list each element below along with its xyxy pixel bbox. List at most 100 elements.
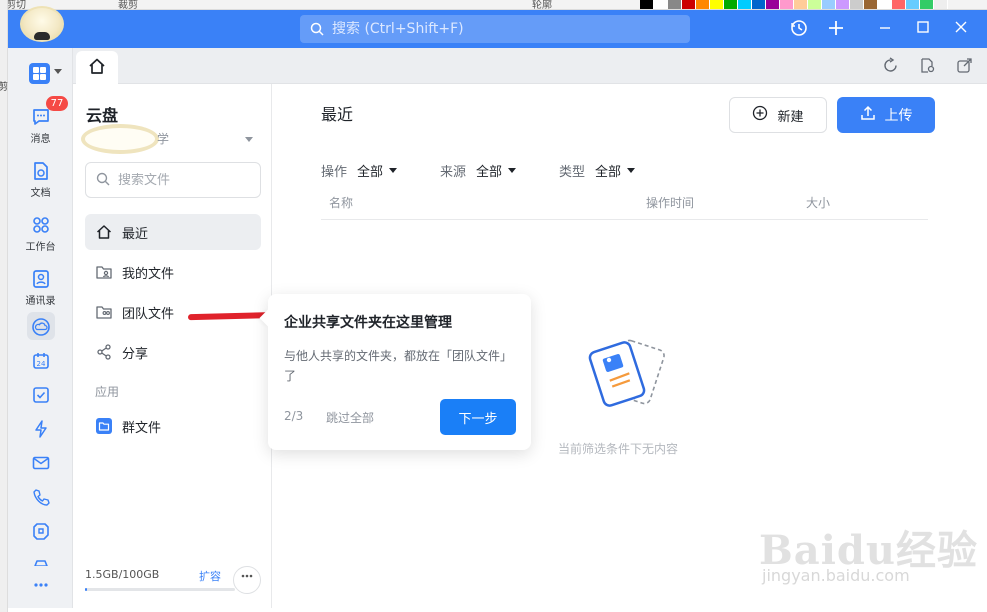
nav-recent[interactable]: 最近 — [85, 214, 261, 250]
skip-all-button[interactable]: 跳过全部 — [326, 409, 374, 426]
rail-item-workbench[interactable]: 工作台 — [8, 214, 73, 253]
nav-share[interactable]: 分享 — [85, 334, 261, 370]
cloud-panel: 云盘 学 最近 我的文件 团队文件 分享 应用 — [73, 84, 272, 608]
history-icon[interactable] — [789, 19, 809, 39]
onboarding-popover: 企业共享文件夹在这里管理 与他人共享的文件夹，都放在「团队文件」了 2/3 跳过… — [259, 294, 531, 450]
upload-icon — [860, 105, 876, 125]
bg-outline-label: 轮廓 — [532, 0, 552, 10]
nav-group-files[interactable]: 群文件 — [85, 408, 261, 444]
workbench-icon — [30, 214, 52, 236]
todo-icon — [30, 384, 52, 406]
search-icon — [310, 22, 324, 36]
phone-icon — [30, 486, 52, 508]
upload-button[interactable]: 上传 — [837, 97, 935, 133]
close-icon[interactable] — [951, 19, 971, 39]
rail-item-calendar[interactable]: 24 — [8, 350, 73, 372]
rail-item-car[interactable] — [8, 554, 73, 566]
minimize-icon[interactable] — [875, 19, 895, 39]
nav-label: 我的文件 — [122, 266, 175, 282]
file-search-icon[interactable] — [918, 57, 936, 75]
background-toolbar: 剪切 裁剪 轮廓 — [0, 0, 987, 10]
plus-icon[interactable] — [826, 19, 846, 39]
watermark-url: jingyan.baidu.com — [762, 566, 910, 585]
calendar-day: 24 — [36, 360, 45, 368]
popover-step-counter: 2/3 — [284, 409, 304, 423]
doc-sync-icon — [30, 520, 52, 542]
global-search[interactable] — [300, 15, 690, 43]
avatar[interactable] — [20, 6, 64, 42]
file-search-input[interactable] — [118, 172, 248, 188]
bg-crop-label: 裁剪 — [118, 0, 138, 10]
filter-label: 类型 — [559, 165, 586, 180]
left-rail: 消息 77 文档 工作台 通讯录 24 — [8, 48, 73, 608]
rail-more-button[interactable] — [8, 574, 73, 596]
search-icon — [96, 171, 110, 190]
chevron-down-icon[interactable] — [54, 69, 62, 74]
unread-badge: 77 — [46, 96, 68, 111]
expand-storage-link[interactable]: 扩容 — [199, 568, 221, 584]
document-icon — [30, 160, 52, 182]
popover-body: 与他人共享的文件夹，都放在「团队文件」了 — [284, 349, 513, 383]
lightning-icon — [30, 418, 52, 440]
panel-title: 云盘 — [86, 106, 119, 125]
panel-more-button[interactable] — [233, 566, 261, 594]
tab-home[interactable] — [76, 51, 118, 84]
more-icon — [30, 574, 52, 596]
chevron-down-icon — [627, 168, 636, 173]
column-header-time[interactable]: 操作时间 — [646, 194, 694, 211]
background-left-strip: 剪 — [0, 0, 8, 612]
group-files-icon — [95, 417, 113, 435]
filter-operation[interactable]: 操作 全部 — [321, 161, 398, 180]
rail-item-doc-sync[interactable] — [8, 520, 73, 542]
org-name-suffix: 学 — [157, 132, 170, 146]
org-switch-chevron-icon[interactable] — [245, 137, 253, 142]
next-step-button[interactable]: 下一步 — [440, 399, 516, 435]
empty-state-illustration — [588, 338, 674, 414]
contacts-icon — [30, 268, 52, 290]
filter-source[interactable]: 来源 全部 — [440, 161, 517, 180]
section-apps-heading: 应用 — [95, 385, 120, 399]
bg-cut-label: 剪切 — [6, 0, 26, 10]
share-window-icon[interactable] — [955, 57, 973, 75]
app-switcher-icon[interactable] — [29, 63, 50, 84]
car-icon — [30, 554, 52, 566]
rail-label: 工作台 — [25, 242, 56, 253]
rail-item-cloud[interactable] — [8, 316, 73, 338]
calendar-icon: 24 — [30, 350, 52, 372]
rail-item-messages[interactable]: 消息 — [8, 106, 73, 145]
filter-label: 操作 — [321, 165, 348, 180]
rail-item-contacts[interactable]: 通讯录 — [8, 268, 73, 307]
filter-label: 来源 — [440, 165, 467, 180]
new-button[interactable]: 新建 — [729, 97, 827, 133]
nav-label: 群文件 — [122, 420, 162, 436]
file-search[interactable] — [85, 162, 261, 198]
empty-state-text: 当前筛选条件下无内容 — [558, 442, 679, 456]
title-bar — [8, 6, 987, 48]
upload-button-label: 上传 — [884, 108, 913, 124]
bg-color-swatches — [640, 0, 948, 9]
bg-left-fragment: 剪 — [0, 82, 8, 93]
filter-type[interactable]: 类型 全部 — [559, 161, 636, 180]
column-header-size[interactable]: 大小 — [806, 194, 830, 211]
column-header-name[interactable]: 名称 — [329, 194, 353, 211]
filter-value: 全部 — [595, 165, 622, 180]
global-search-input[interactable] — [332, 21, 672, 37]
user-folder-icon — [95, 263, 113, 281]
rail-item-documents[interactable]: 文档 — [8, 160, 73, 199]
rail-item-phone[interactable] — [8, 486, 73, 508]
mail-icon — [30, 452, 52, 474]
rail-item-mail[interactable] — [8, 452, 73, 474]
rail-label: 消息 — [30, 134, 51, 145]
filter-value: 全部 — [476, 165, 503, 180]
header-divider — [321, 219, 928, 220]
rail-item-todo[interactable] — [8, 384, 73, 406]
nav-label: 团队文件 — [122, 306, 175, 322]
nav-my-files[interactable]: 我的文件 — [85, 254, 261, 290]
nav-label: 最近 — [122, 226, 149, 242]
rail-item-lightning[interactable] — [8, 418, 73, 440]
nav-team-files[interactable]: 团队文件 — [85, 294, 261, 330]
refresh-icon[interactable] — [881, 57, 899, 75]
maximize-icon[interactable] — [913, 19, 933, 39]
rail-label: 文档 — [30, 188, 51, 199]
popover-title: 企业共享文件夹在这里管理 — [284, 315, 452, 331]
